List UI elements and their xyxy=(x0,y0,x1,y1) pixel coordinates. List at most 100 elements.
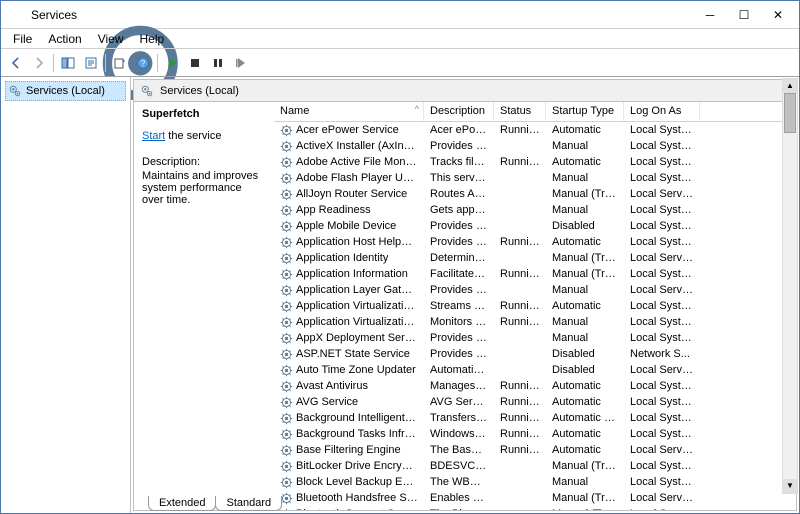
menu-action[interactable]: Action xyxy=(40,30,89,48)
column-name[interactable]: Name xyxy=(274,102,424,121)
scroll-thumb[interactable] xyxy=(784,93,796,133)
service-desc-cell: Facilitates t... xyxy=(424,268,494,280)
service-desc-cell: AVG Service xyxy=(424,396,494,408)
service-logon-cell: Local System xyxy=(624,476,700,488)
forward-button[interactable] xyxy=(28,52,50,74)
service-logon-cell: Local System xyxy=(624,380,700,392)
service-row[interactable]: Bluetooth Support Service The Bluetoo...… xyxy=(274,506,796,510)
service-logon-cell: Local System xyxy=(624,236,700,248)
back-button[interactable] xyxy=(5,52,27,74)
column-status[interactable]: Status xyxy=(494,102,546,121)
service-row[interactable]: Apple Mobile Device Provides the... Disa… xyxy=(274,218,796,234)
service-row[interactable]: Avast Antivirus Manages an... Running Au… xyxy=(274,378,796,394)
service-row[interactable]: Background Tasks Infrastruc... Windows i… xyxy=(274,426,796,442)
service-logon-cell: Local System xyxy=(624,220,700,232)
service-row[interactable]: Application Virtualization Se... Monitor… xyxy=(274,314,796,330)
service-startup-cell: Manual (Trig... xyxy=(546,492,624,504)
view-tabs: Extended Standard xyxy=(140,496,281,511)
help-button[interactable]: ? xyxy=(132,52,154,74)
service-desc-cell: Transfers fil... xyxy=(424,412,494,424)
gear-icon xyxy=(280,236,293,249)
service-row[interactable]: AllJoyn Router Service Routes AllJo... M… xyxy=(274,186,796,202)
service-row[interactable]: Adobe Flash Player Update S... This serv… xyxy=(274,170,796,186)
service-row[interactable]: Application Information Facilitates t...… xyxy=(274,266,796,282)
service-row[interactable]: Acer ePower Service Acer ePower... Runni… xyxy=(274,122,796,138)
gear-icon xyxy=(280,428,293,441)
stop-service-button[interactable] xyxy=(184,52,206,74)
description-label: Description: xyxy=(142,156,266,168)
service-startup-cell: Manual xyxy=(546,172,624,184)
service-row[interactable]: AppX Deployment Service (A... Provides i… xyxy=(274,330,796,346)
scroll-down-arrow[interactable]: ▼ xyxy=(783,479,797,493)
column-logon[interactable]: Log On As xyxy=(624,102,700,121)
show-hide-tree-button[interactable] xyxy=(57,52,79,74)
service-desc-cell: Provides inf... xyxy=(424,332,494,344)
gear-icon xyxy=(280,444,293,457)
service-row[interactable]: Application Identity Determines ... Manu… xyxy=(274,250,796,266)
restart-service-button[interactable] xyxy=(230,52,252,74)
service-startup-cell: Automatic xyxy=(546,444,624,456)
service-logon-cell: Local System xyxy=(624,156,700,168)
console-tree: Services (Local) xyxy=(1,77,131,513)
gear-icon xyxy=(280,476,293,489)
list-header: Name Description Status Startup Type Log… xyxy=(274,102,796,122)
menu-view[interactable]: View xyxy=(90,30,132,48)
menu-file[interactable]: File xyxy=(5,30,40,48)
service-row[interactable]: App Readiness Gets apps r... Manual Loca… xyxy=(274,202,796,218)
service-name-cell: Apple Mobile Device xyxy=(274,220,424,233)
menu-help[interactable]: Help xyxy=(132,30,173,48)
service-desc-cell: This service ... xyxy=(424,172,494,184)
service-row[interactable]: Bluetooth Handsfree Service Enables wir.… xyxy=(274,490,796,506)
export-list-button[interactable] xyxy=(109,52,131,74)
column-startup[interactable]: Startup Type xyxy=(546,102,624,121)
service-name-cell: AVG Service xyxy=(274,396,424,409)
tab-standard[interactable]: Standard xyxy=(215,496,282,511)
service-name-cell: Application Host Helper Serv... xyxy=(274,236,424,249)
service-row[interactable]: BitLocker Drive Encryption S... BDESVC h… xyxy=(274,458,796,474)
service-row[interactable]: Application Host Helper Serv... Provides… xyxy=(274,234,796,250)
service-row[interactable]: Auto Time Zone Updater Automatical... Di… xyxy=(274,362,796,378)
service-name-cell: AllJoyn Router Service xyxy=(274,188,424,201)
start-link[interactable]: Start xyxy=(142,130,165,142)
service-row[interactable]: Background Intelligent Trans... Transfer… xyxy=(274,410,796,426)
service-row[interactable]: Adobe Active File Monitor V8 Tracks file… xyxy=(274,154,796,170)
menubar: File Action View Help xyxy=(1,29,799,49)
scroll-up-arrow[interactable]: ▲ xyxy=(783,79,797,93)
service-row[interactable]: Base Filtering Engine The Base Fil... Ru… xyxy=(274,442,796,458)
maximize-button[interactable]: ☐ xyxy=(727,4,761,26)
properties-button[interactable] xyxy=(80,52,102,74)
service-name-cell: Background Tasks Infrastruc... xyxy=(274,428,424,441)
service-startup-cell: Manual (Trig... xyxy=(546,188,624,200)
service-row[interactable]: Application Virtualization Cli... Stream… xyxy=(274,298,796,314)
service-row[interactable]: ASP.NET State Service Provides su... Dis… xyxy=(274,346,796,362)
service-name-cell: Auto Time Zone Updater xyxy=(274,364,424,377)
service-row[interactable]: Application Layer Gateway S... Provides … xyxy=(274,282,796,298)
service-row[interactable]: AVG Service AVG Service Running Automati… xyxy=(274,394,796,410)
content-header: Services (Local) xyxy=(134,80,796,102)
service-status-cell: Running xyxy=(494,236,546,248)
gear-icon xyxy=(280,348,293,361)
tree-node-services-local[interactable]: Services (Local) xyxy=(5,81,126,101)
service-logon-cell: Local System xyxy=(624,396,700,408)
close-button[interactable]: ✕ xyxy=(761,4,795,26)
service-status-cell: Running xyxy=(494,444,546,456)
service-logon-cell: Local Service xyxy=(624,444,700,456)
service-startup-cell: Automatic xyxy=(546,428,624,440)
service-startup-cell: Automatic xyxy=(546,396,624,408)
minimize-button[interactable]: ─ xyxy=(693,4,727,26)
service-startup-cell: Manual xyxy=(546,332,624,344)
service-row[interactable]: ActiveX Installer (AxInstSV) Provides Us… xyxy=(274,138,796,154)
toolbar: ? xyxy=(1,49,799,77)
service-row[interactable]: Block Level Backup Engine S... The WBENG… xyxy=(274,474,796,490)
service-startup-cell: Manual (Trig... xyxy=(546,268,624,280)
tab-extended[interactable]: Extended xyxy=(148,496,216,511)
vertical-scrollbar[interactable]: ▲ ▼ xyxy=(782,78,798,494)
service-startup-cell: Automatic xyxy=(546,380,624,392)
column-description[interactable]: Description xyxy=(424,102,494,121)
pause-service-button[interactable] xyxy=(207,52,229,74)
service-logon-cell: Local System xyxy=(624,460,700,472)
gear-icon xyxy=(280,124,293,137)
content-title: Services (Local) xyxy=(160,85,239,97)
gear-icon xyxy=(280,252,293,265)
start-service-button[interactable] xyxy=(161,52,183,74)
